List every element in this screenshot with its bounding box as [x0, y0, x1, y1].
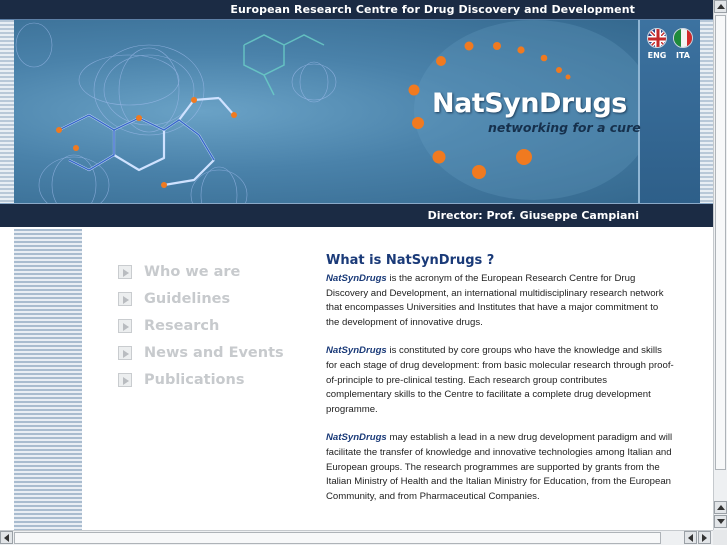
arrow-left-icon: [4, 533, 9, 542]
page-title: What is NatSynDrugs ?: [326, 253, 495, 268]
scroll-right-button[interactable]: [698, 531, 711, 544]
play-bullet-icon: [118, 291, 132, 306]
brand-mention: NatSynDrugs: [326, 273, 387, 284]
lang-label-ita: ITA: [675, 51, 690, 60]
nav-label: Guidelines: [144, 290, 231, 307]
page-viewport: European Research Centre for Drug Discov…: [0, 0, 713, 530]
nav-item-who-we-are[interactable]: Who we are: [118, 258, 284, 285]
hero-left-stripes: [0, 20, 14, 203]
arrow-up-icon: [716, 505, 725, 510]
scrollbar-corner: [713, 530, 727, 545]
left-decorative-stripes: [14, 229, 82, 530]
play-bullet-icon: [118, 264, 132, 279]
play-bullet-icon: [118, 318, 132, 333]
nav-label: News and Events: [144, 344, 284, 361]
vertical-scroll-thumb[interactable]: [715, 15, 726, 470]
arrow-left-icon: [688, 533, 693, 542]
brand-tagline: networking for a cure: [488, 120, 641, 135]
scroll-up-button[interactable]: [714, 0, 727, 13]
hero-right-stripes: [700, 20, 713, 203]
director-banner: Director: Prof. Giuseppe Campiani: [0, 203, 713, 227]
site-title: European Research Centre for Drug Discov…: [230, 3, 635, 16]
arrow-up-icon: [716, 4, 725, 9]
scroll-up-button-lower[interactable]: [714, 501, 727, 514]
nav-item-guidelines[interactable]: Guidelines: [118, 285, 284, 312]
uk-flag-icon: [647, 28, 667, 48]
top-banner: European Research Centre for Drug Discov…: [0, 0, 713, 20]
lang-switch-eng[interactable]: ENG: [645, 28, 669, 60]
horizontal-scroll-thumb[interactable]: [14, 532, 661, 544]
language-panel: ENG ITA: [638, 20, 700, 203]
scroll-left-button-right[interactable]: [684, 531, 697, 544]
lang-label-eng: ENG: [647, 51, 667, 60]
arrow-right-icon: [702, 533, 707, 542]
arrow-down-icon: [716, 519, 725, 524]
director-name: Director: Prof. Giuseppe Campiani: [427, 209, 639, 222]
nav-item-research[interactable]: Research: [118, 312, 284, 339]
play-bullet-icon: [118, 345, 132, 360]
brand-logo-text: NatSynDrugs: [432, 88, 627, 119]
vertical-scrollbar[interactable]: [713, 0, 727, 530]
lang-switch-ita[interactable]: ITA: [671, 28, 695, 60]
nav-label: Publications: [144, 371, 245, 388]
horizontal-scrollbar[interactable]: [0, 530, 713, 545]
funding-paragraph: NatSynDrugs may establish a lead in a ne…: [326, 431, 674, 504]
play-bullet-icon: [118, 372, 132, 387]
main-nav: Who we are Guidelines Research News and …: [118, 258, 284, 393]
brand-mention: NatSynDrugs: [326, 432, 387, 444]
intro-paragraph: NatSynDrugs is the acronym of the Europe…: [326, 272, 674, 330]
scroll-down-button[interactable]: [714, 515, 727, 528]
nav-label: Who we are: [144, 263, 241, 280]
hero-banner: ENG ITA NatSynDrugs networking for a cur…: [0, 20, 713, 203]
nav-item-news-and-events[interactable]: News and Events: [118, 339, 284, 366]
groups-paragraph: NatSynDrugs is constituted by core group…: [326, 344, 674, 417]
brand-mention: NatSynDrugs: [326, 345, 387, 357]
nav-item-publications[interactable]: Publications: [118, 366, 284, 393]
italy-flag-icon: [673, 28, 693, 48]
nav-label: Research: [144, 317, 220, 334]
scroll-left-button[interactable]: [0, 531, 13, 544]
main-content: What is NatSynDrugs ? NatSynDrugs is the…: [326, 253, 674, 518]
